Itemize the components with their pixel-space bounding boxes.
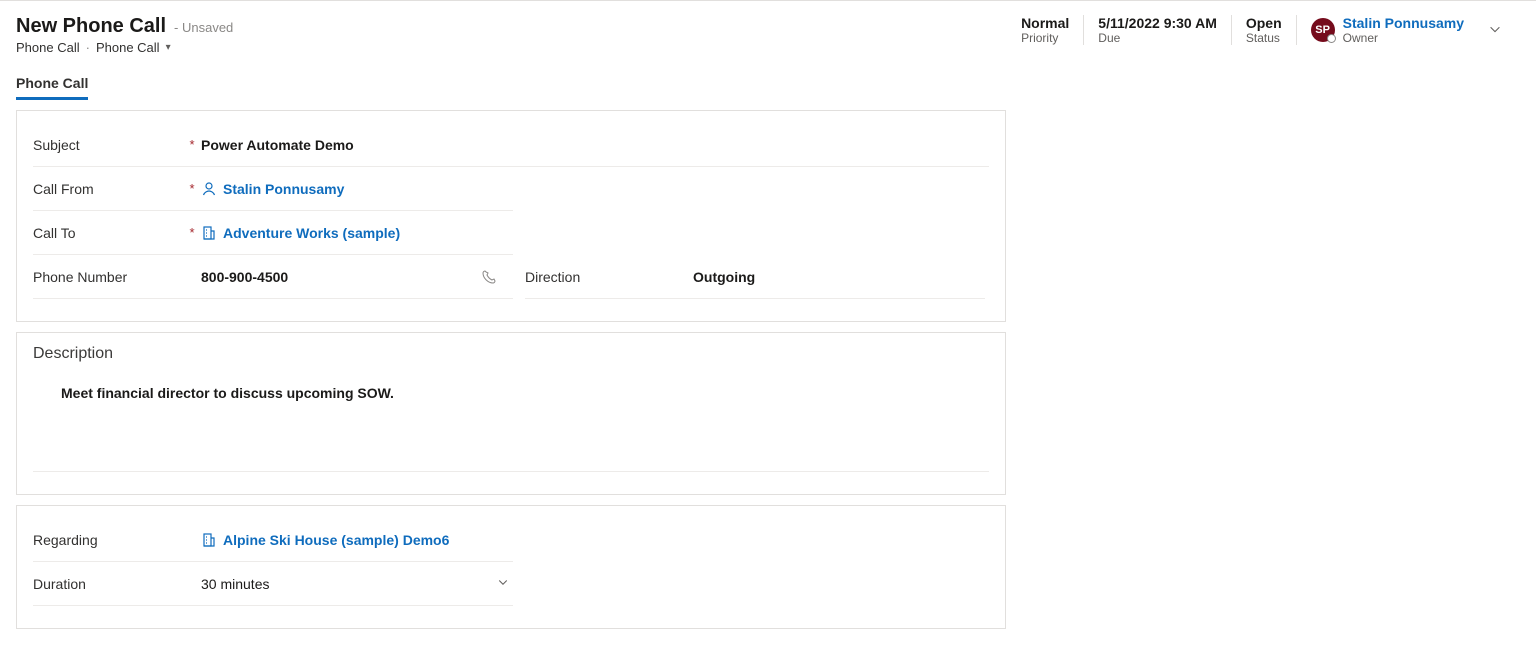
callfrom-lookup[interactable]: Stalin Ponnusamy [201,181,344,197]
due-value[interactable]: 5/11/2022 9:30 AM [1098,15,1217,31]
description-heading: Description [33,345,989,363]
owner-label: Owner [1343,31,1464,45]
presence-icon [1327,34,1336,43]
regarding-label: Regarding [33,532,183,548]
callto-value: Adventure Works (sample) [223,225,400,241]
phone-input[interactable]: 800-900-4500 [201,269,473,285]
callto-label: Call To [33,225,183,241]
person-icon [201,181,217,197]
record-summary: Normal Priority 5/11/2022 9:30 AM Due Op… [1007,15,1520,45]
description-input[interactable]: Meet financial director to discuss upcom… [33,377,989,472]
regarding-value: Alpine Ski House (sample) Demo6 [223,532,449,548]
priority-label: Priority [1021,31,1069,45]
regarding-lookup[interactable]: Alpine Ski House (sample) Demo6 [201,532,449,548]
required-icon: * [183,225,201,240]
owner-avatar[interactable]: SP [1311,18,1335,42]
priority-value[interactable]: Normal [1021,15,1069,31]
chevron-down-icon [497,576,509,591]
direction-value[interactable]: Outgoing [693,269,985,285]
expand-header-button[interactable] [1470,22,1520,39]
page-title: New Phone Call [16,15,166,38]
breadcrumb-separator: · [86,40,90,55]
tab-phone-call[interactable]: Phone Call [16,69,88,100]
save-state-label: - Unsaved [174,20,233,35]
due-label: Due [1098,31,1217,45]
breadcrumb-entity[interactable]: Phone Call [16,40,80,55]
required-icon: * [183,137,201,152]
subject-input[interactable]: Power Automate Demo [201,137,989,153]
duration-value: 30 minutes [201,576,269,592]
required-icon: * [183,181,201,196]
callfrom-label: Call From [33,181,183,197]
phone-label: Phone Number [33,269,183,285]
section-additional: Regarding Alpine Ski House (sample) Demo… [16,505,1006,629]
breadcrumb-form[interactable]: Phone Call [96,40,160,55]
subject-label: Subject [33,137,183,153]
opportunity-icon [201,532,217,548]
duration-select[interactable]: 30 minutes [201,576,513,592]
status-value[interactable]: Open [1246,15,1282,31]
status-label: Status [1246,31,1282,45]
duration-label: Duration [33,576,183,592]
section-description: Description Meet financial director to d… [16,332,1006,495]
direction-label: Direction [525,269,675,285]
callfrom-value: Stalin Ponnusamy [223,181,344,197]
chevron-down-icon[interactable]: ▾ [166,42,171,53]
section-general: Subject * Power Automate Demo Call From … [16,110,1006,322]
owner-name-link[interactable]: Stalin Ponnusamy [1343,15,1464,31]
breadcrumb: Phone Call · Phone Call ▾ [16,40,233,55]
phone-icon[interactable] [481,269,497,285]
callto-lookup[interactable]: Adventure Works (sample) [201,225,400,241]
account-icon [201,225,217,241]
